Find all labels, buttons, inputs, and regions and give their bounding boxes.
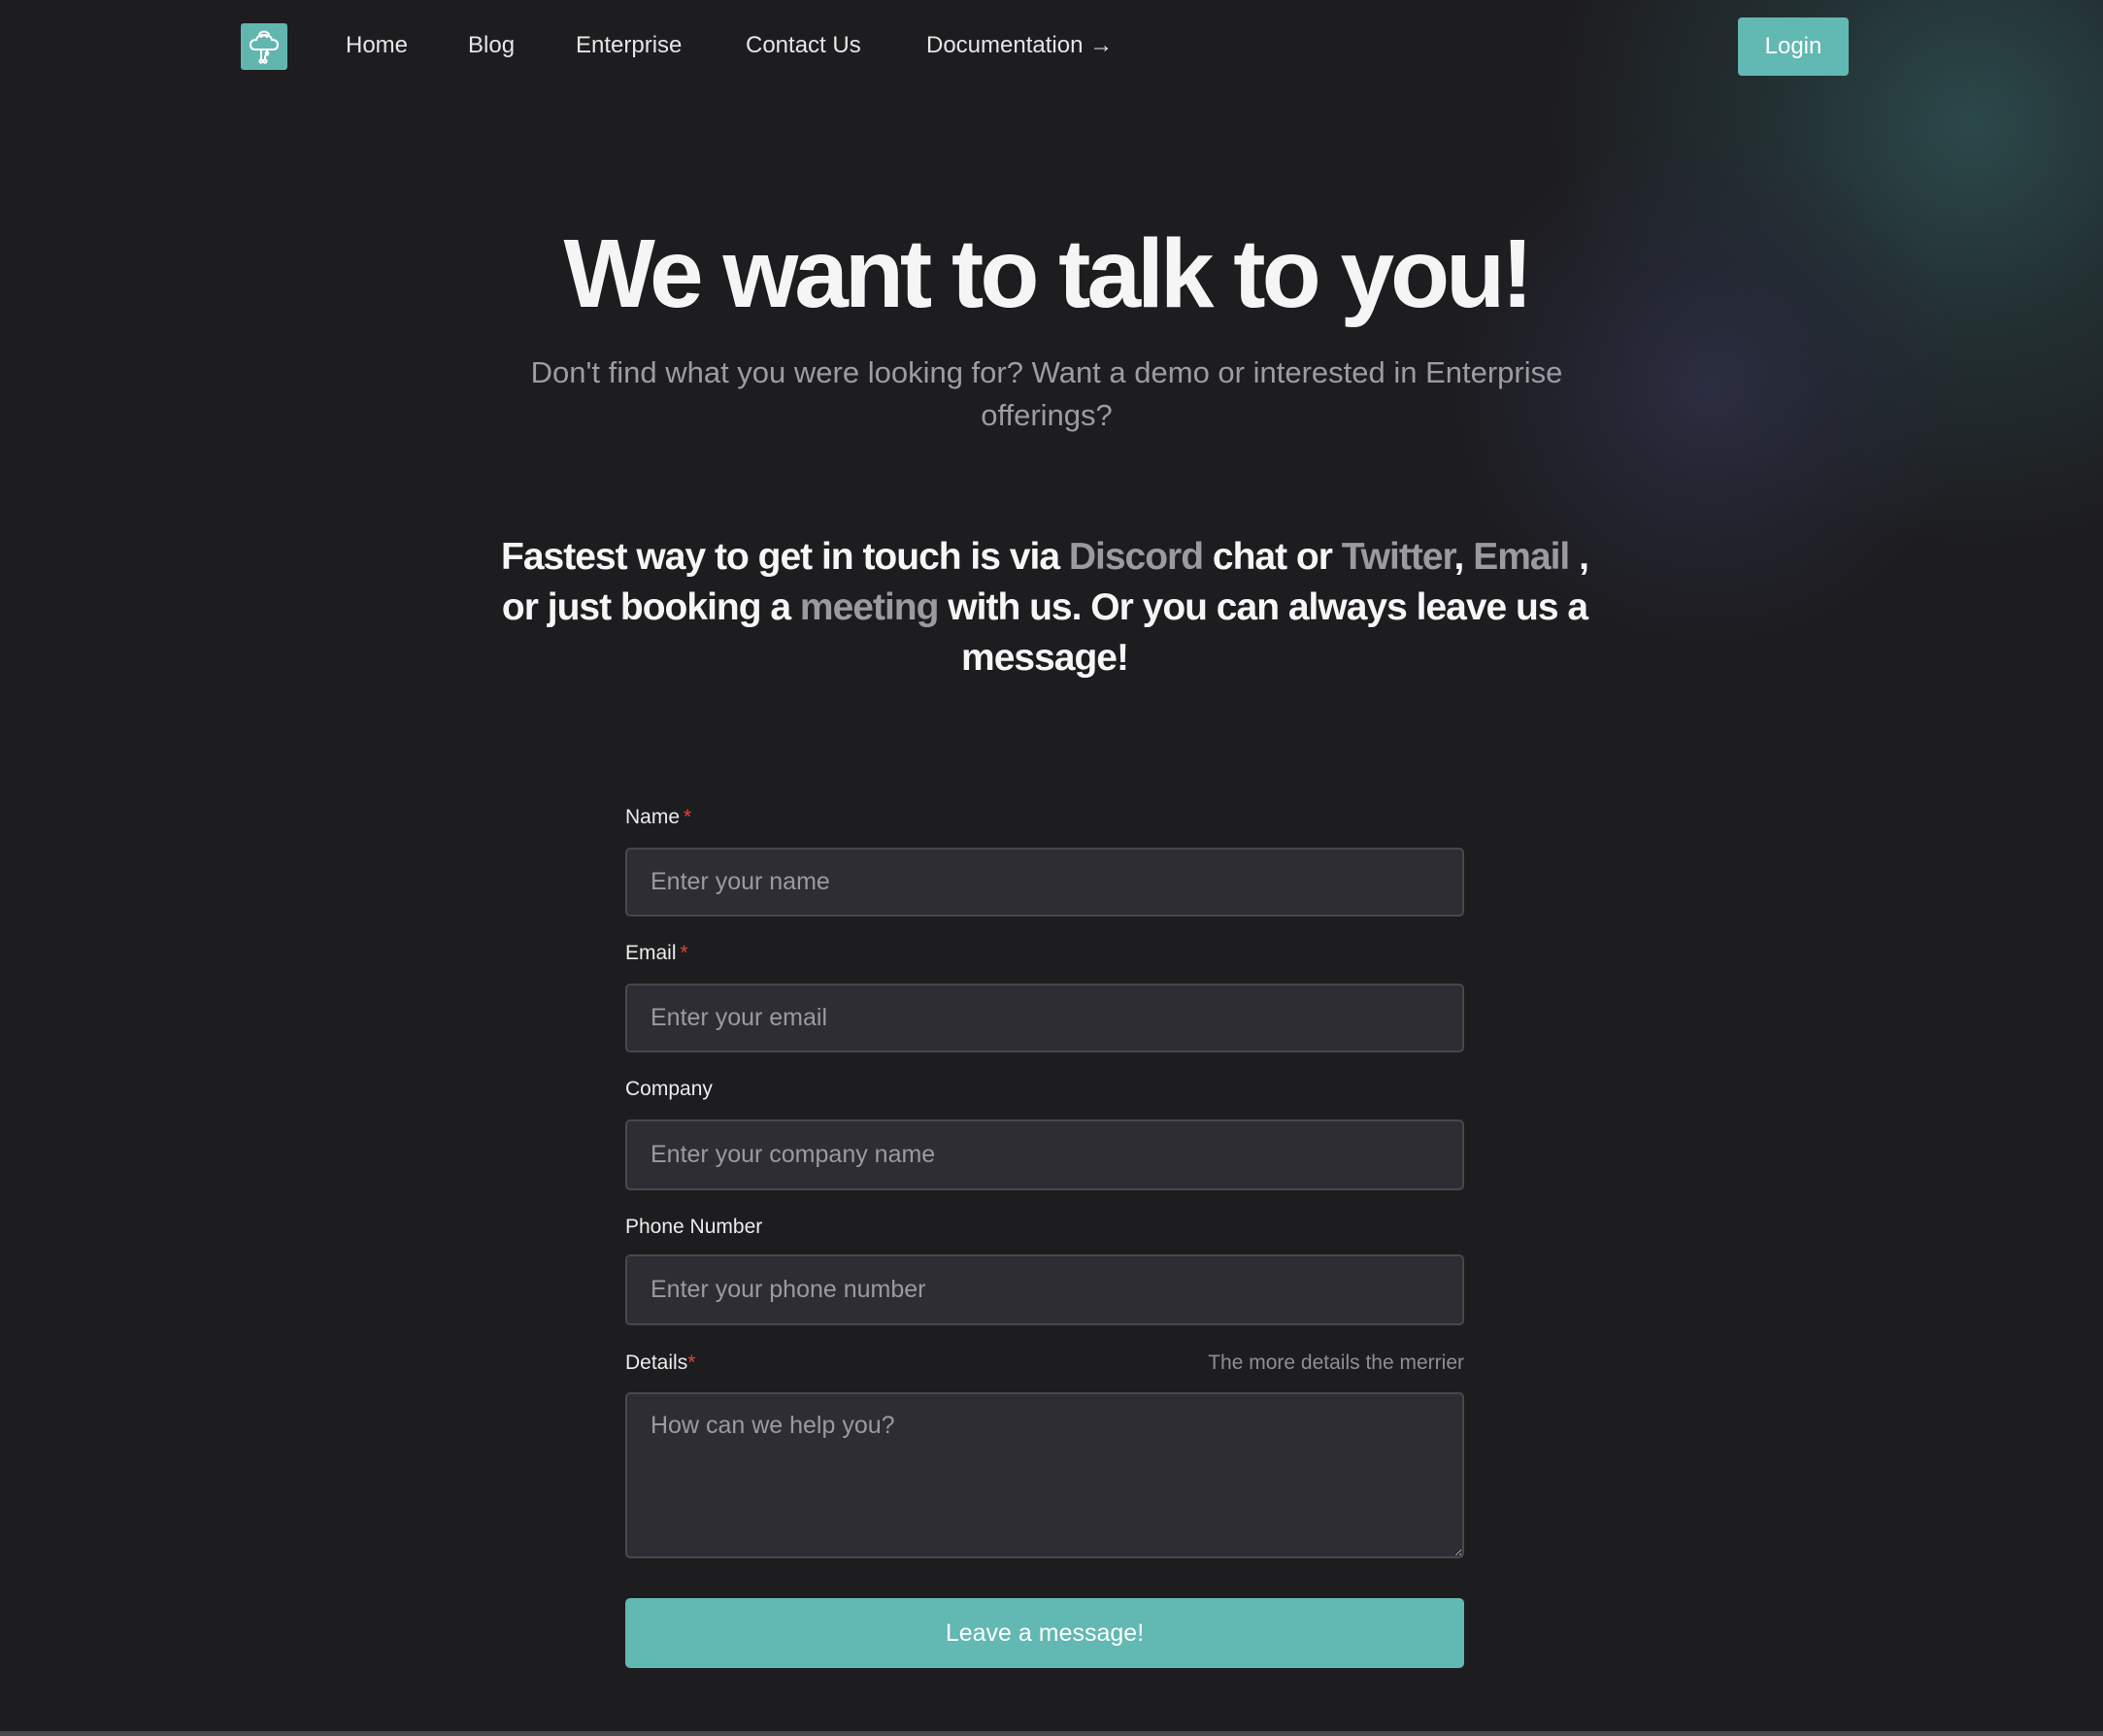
company-input[interactable] <box>625 1119 1464 1190</box>
required-indicator: * <box>687 1352 696 1374</box>
cloud-wifi-icon <box>249 30 280 64</box>
login-button[interactable]: Login <box>1738 17 1849 76</box>
page-subtitle: Don't find what you were looking for? Wa… <box>530 355 1563 432</box>
twitter-link[interactable]: Twitter <box>1342 536 1455 578</box>
phone-input[interactable] <box>625 1254 1464 1325</box>
phone-field-group: Phone Number <box>625 1214 1464 1325</box>
contact-options-text: Fastest way to get in touch is via Disco… <box>485 532 1604 684</box>
contact-text-2: chat or <box>1203 536 1342 578</box>
details-label: Details* The more details the merrier <box>625 1350 1464 1377</box>
name-field-group: Name * <box>625 804 1464 917</box>
company-label: Company <box>625 1078 713 1100</box>
name-input[interactable] <box>625 848 1464 917</box>
details-textarea[interactable] <box>625 1392 1464 1558</box>
nav-contact-us[interactable]: Contact Us <box>746 29 861 62</box>
required-indicator: * <box>684 806 692 828</box>
name-label: Name * <box>625 806 692 828</box>
page-bottom-divider <box>0 1731 2103 1736</box>
logo[interactable] <box>241 23 287 70</box>
nav-documentation[interactable]: Documentation → <box>926 29 1113 62</box>
nav-blog[interactable]: Blog <box>468 29 515 62</box>
phone-label: Phone Number <box>625 1216 763 1238</box>
email-field-group: Email * <box>625 940 1464 1052</box>
contact-text-5: with us. Or you can always leave us a me… <box>938 586 1588 679</box>
meeting-link[interactable]: meeting <box>800 586 940 628</box>
details-hint: The more details the merrier <box>1208 1352 1464 1374</box>
email-input[interactable] <box>625 984 1464 1052</box>
discord-link[interactable]: Discord <box>1069 536 1204 578</box>
top-nav: Home Blog Enterprise Contact Us Document… <box>0 0 2103 93</box>
leave-message-button[interactable]: Leave a message! <box>625 1598 1464 1668</box>
details-field-group: Details* The more details the merrier <box>625 1350 1464 1558</box>
page-title: We want to talk to you! <box>563 219 1533 328</box>
contact-text-3: , <box>1453 536 1474 578</box>
company-field-group: Company <box>625 1076 1464 1190</box>
email-label: Email * <box>625 942 688 964</box>
nav-enterprise[interactable]: Enterprise <box>576 29 682 62</box>
nav-home[interactable]: Home <box>346 29 408 62</box>
required-indicator: * <box>680 942 688 964</box>
email-link[interactable]: Email <box>1473 536 1570 578</box>
contact-text-1: Fastest way to get in touch is via <box>501 536 1069 578</box>
